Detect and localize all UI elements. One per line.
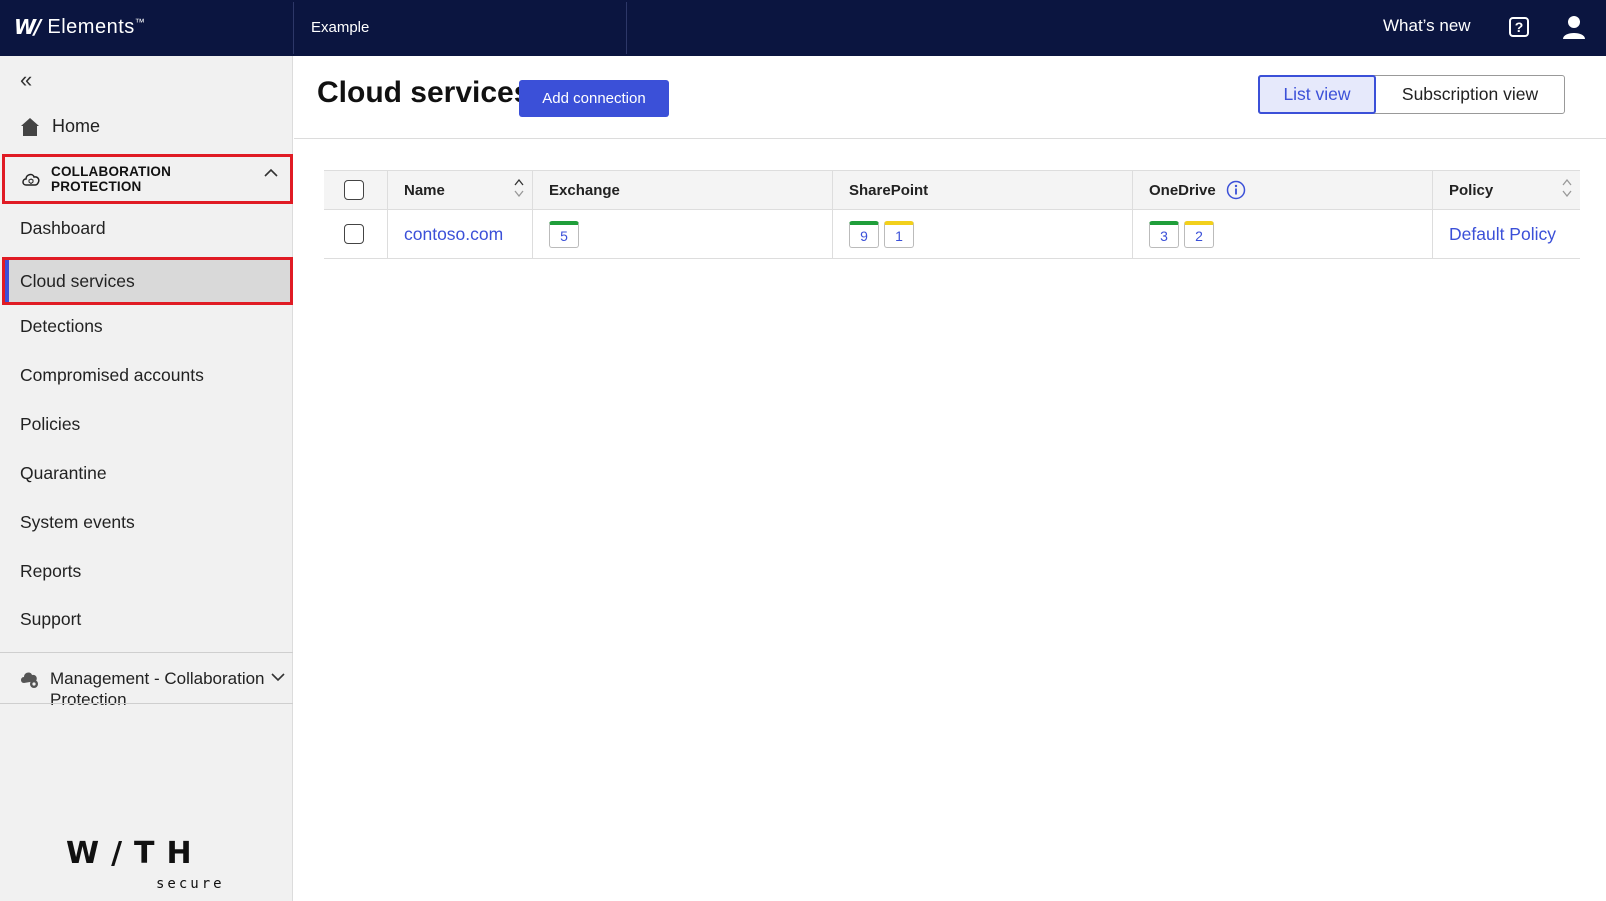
table-header: Name Exchange SharePoint OneDrive Policy <box>324 170 1580 210</box>
column-header-name[interactable]: Name <box>388 171 533 209</box>
sidebar-item-cloud-services[interactable]: Cloud services <box>2 257 293 305</box>
sidebar-item-policies[interactable]: Policies <box>20 414 80 435</box>
sidebar-item-home[interactable]: Home <box>20 116 100 137</box>
name-cell: contoso.com <box>388 210 533 258</box>
main-content: Cloud services Add connection List view … <box>294 56 1606 901</box>
sidebar-item-label: Cloud services <box>20 271 135 291</box>
divider <box>0 703 293 704</box>
chevron-down-icon <box>271 673 285 682</box>
subscription-view-button[interactable]: Subscription view <box>1376 76 1564 113</box>
column-header-exchange: Exchange <box>533 171 833 209</box>
sidebar-section-management[interactable]: Management - Collaboration Protection <box>20 668 285 718</box>
sort-icon[interactable] <box>1562 179 1572 197</box>
sidebar-item-dashboard[interactable]: Dashboard <box>20 218 106 239</box>
cloud-gear-icon <box>21 672 38 688</box>
divider <box>626 2 627 54</box>
top-bar: W/ Elements™ Example What’s new ? <box>0 0 1606 56</box>
policy-link[interactable]: Default Policy <box>1449 224 1556 245</box>
sidebar-section-label: COLLABORATION PROTECTION <box>51 164 172 194</box>
cloud-services-table: Name Exchange SharePoint OneDrive Policy <box>324 170 1580 259</box>
sidebar-item-system-events[interactable]: System events <box>20 512 135 533</box>
add-connection-button[interactable]: Add connection <box>519 80 669 117</box>
help-icon[interactable]: ? <box>1508 16 1530 38</box>
status-badge[interactable]: 9 <box>849 220 879 248</box>
sidebar-item-label: Home <box>52 116 101 136</box>
sort-icon[interactable] <box>514 179 524 197</box>
row-checkbox[interactable] <box>344 224 364 244</box>
column-header-sharepoint: SharePoint <box>833 171 1133 209</box>
policy-cell: Default Policy <box>1433 210 1580 258</box>
svg-text:?: ? <box>1515 19 1524 35</box>
withsecure-logo: W/TH secure <box>66 836 225 892</box>
column-header-policy[interactable]: Policy <box>1433 171 1580 209</box>
whats-new-link[interactable]: What’s new <box>1383 16 1471 36</box>
status-badge[interactable]: 5 <box>549 220 579 248</box>
select-all-checkbox[interactable] <box>344 180 364 200</box>
column-header-onedrive: OneDrive <box>1133 171 1433 209</box>
row-select-cell <box>324 210 388 258</box>
sidebar-section-collaboration-protection[interactable]: COLLABORATION PROTECTION <box>2 154 293 204</box>
sidebar-item-detections[interactable]: Detections <box>20 316 103 337</box>
info-icon[interactable] <box>1226 180 1246 200</box>
view-toggle: List view Subscription view <box>1258 75 1565 114</box>
user-account-icon[interactable] <box>1562 14 1586 40</box>
sidebar-item-quarantine[interactable]: Quarantine <box>20 463 107 484</box>
page-title: Cloud services <box>317 76 531 109</box>
onedrive-cell: 3 2 <box>1133 210 1433 258</box>
divider <box>293 2 294 54</box>
sidebar-item-reports[interactable]: Reports <box>20 561 81 582</box>
divider <box>0 652 293 653</box>
select-all-cell <box>324 171 388 209</box>
brand-name: Elements™ <box>47 15 146 38</box>
elements-logo[interactable]: W/ Elements™ <box>14 14 145 40</box>
chevron-up-icon <box>264 168 278 177</box>
withsecure-logo-icon: W/ <box>14 15 41 39</box>
active-indicator <box>5 260 9 302</box>
exchange-cell: 5 <box>533 210 833 258</box>
cloud-shield-icon <box>22 173 40 186</box>
list-view-button[interactable]: List view <box>1258 75 1376 114</box>
status-badge[interactable]: 3 <box>1149 220 1179 248</box>
sidebar-item-compromised-accounts[interactable]: Compromised accounts <box>20 365 204 386</box>
divider <box>294 138 1606 139</box>
collapse-sidebar-icon[interactable]: « <box>20 69 42 92</box>
sharepoint-cell: 9 1 <box>833 210 1133 258</box>
sidebar: « Home COLLABORATION PROTECTION Dashboar… <box>0 56 293 901</box>
sidebar-item-support[interactable]: Support <box>20 609 81 630</box>
status-badge[interactable]: 2 <box>1184 220 1214 248</box>
status-badge[interactable]: 1 <box>884 220 914 248</box>
tenant-link[interactable]: contoso.com <box>404 224 503 245</box>
organization-selector[interactable]: Example <box>311 19 369 36</box>
table-row: contoso.com 5 9 1 3 2 Default Policy <box>324 210 1580 259</box>
home-icon <box>21 117 39 136</box>
